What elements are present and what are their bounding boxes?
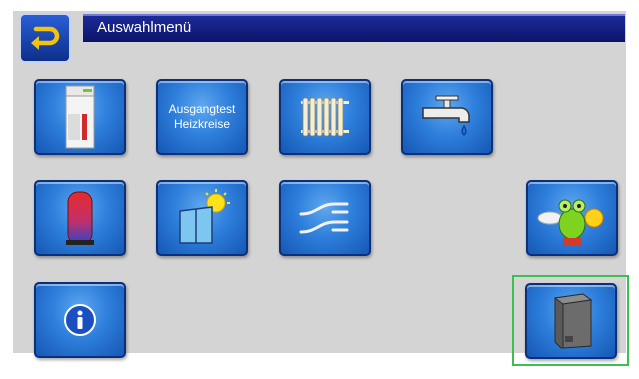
output-test-heating-circuits-tile[interactable]: Ausgangtest Heizkreise (156, 79, 248, 155)
pellet-boiler-icon (65, 85, 95, 149)
page-title: Auswahlmenü (97, 19, 192, 36)
pellet-storage-icon (553, 293, 593, 349)
output-test-label-line2: Heizkreise (173, 117, 230, 131)
title-bar: Auswahlmenü (83, 14, 625, 42)
pellet-storage-tile[interactable] (525, 283, 617, 359)
buffer-tank-tile[interactable] (34, 180, 126, 256)
water-tap-icon (422, 95, 470, 136)
info-icon (64, 304, 96, 336)
solar-tile[interactable] (156, 180, 248, 256)
buffer-tank-icon (66, 191, 94, 245)
hot-water-tap-tile[interactable] (401, 79, 493, 155)
back-button[interactable] (19, 13, 71, 63)
radiator-tile[interactable] (279, 79, 371, 155)
boiler-tile[interactable] (34, 79, 126, 155)
back-arrow-icon (31, 26, 60, 50)
switching-valve-icon (299, 202, 349, 234)
solar-collector-icon (179, 189, 230, 244)
output-test-label: Ausgangtest Heizkreise (169, 102, 236, 132)
output-test-label-line1: Ausgangtest (168, 102, 236, 116)
radiator-icon (301, 97, 349, 137)
frog-mascot-icon (537, 199, 604, 246)
info-tile[interactable] (34, 282, 126, 358)
frog-tile[interactable] (526, 180, 618, 256)
switch-valves-tile[interactable] (279, 180, 371, 256)
